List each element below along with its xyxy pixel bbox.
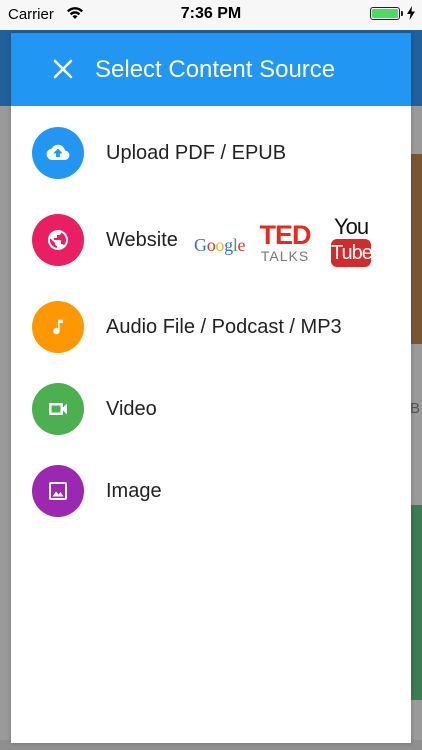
option-label: Website xyxy=(106,229,178,251)
website-icon-circle xyxy=(32,214,84,266)
ted-logo-subtext: TALKS xyxy=(260,248,310,264)
option-website[interactable]: Website Google TED TALKS You Tube xyxy=(11,205,411,275)
background-thumbnail xyxy=(410,505,422,700)
youtube-logo-bottom: Tube xyxy=(331,239,373,267)
battery-icon xyxy=(370,7,403,20)
image-icon-circle xyxy=(32,465,84,517)
background-thumbnail xyxy=(410,154,422,344)
music-note-icon xyxy=(53,319,63,335)
option-audio-file[interactable]: Audio File / Podcast / MP3 xyxy=(11,292,411,362)
ted-logo-text: TED xyxy=(259,220,312,250)
youtube-logo-top: You xyxy=(333,214,369,239)
audio-icon-circle xyxy=(32,301,84,353)
globe-icon xyxy=(48,230,68,250)
option-label: Upload PDF / EPUB xyxy=(106,142,287,164)
option-video[interactable]: Video xyxy=(11,374,411,444)
google-logo: Google xyxy=(194,235,246,255)
video-camera-icon xyxy=(49,403,67,415)
clock: 7:36 PM xyxy=(180,5,242,22)
image-icon xyxy=(49,482,67,500)
modal-title: Select Content Source xyxy=(95,56,336,83)
option-label: Audio File / Podcast / MP3 xyxy=(106,316,342,338)
cloud-upload-icon xyxy=(46,144,70,160)
background-text: B xyxy=(409,400,420,417)
close-icon[interactable] xyxy=(51,57,75,81)
option-label: Image xyxy=(106,480,162,502)
content-source-modal: Select Content Source Upload PDF / EPUB … xyxy=(11,33,411,743)
upload-icon-circle xyxy=(32,127,84,179)
youtube-logo: You Tube xyxy=(331,214,373,267)
ted-talks-logo: TED TALKS xyxy=(259,220,312,265)
charging-icon xyxy=(407,6,415,24)
option-label: Video xyxy=(106,398,157,420)
option-upload-pdf-epub[interactable]: Upload PDF / EPUB xyxy=(11,118,411,188)
status-bar: Carrier 7:36 PM xyxy=(0,0,422,30)
video-icon-circle xyxy=(32,383,84,435)
modal-header: Select Content Source xyxy=(11,33,411,106)
option-image[interactable]: Image xyxy=(11,456,411,526)
